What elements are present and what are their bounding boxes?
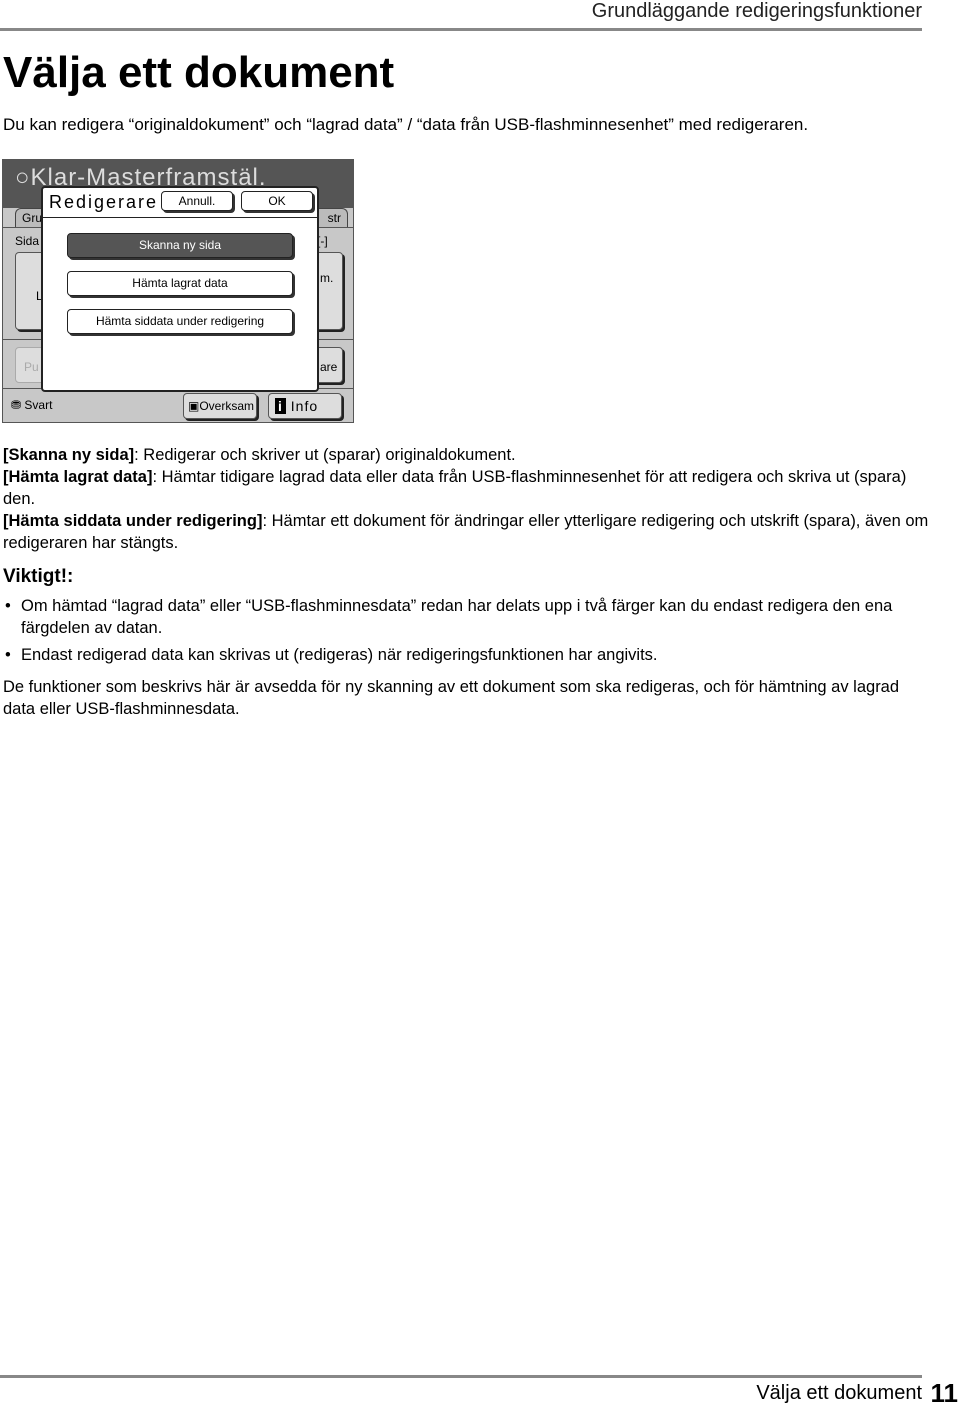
term: [Hämta lagrat data] [3,468,153,486]
idle-button[interactable]: ▣Overksam [183,393,257,419]
term: [Hämta siddata under redigering] [3,512,263,530]
punch-label: Pu [24,360,39,374]
info-label: Info [290,398,319,414]
document-page: Grundläggande redigeringsfunktioner Välj… [0,0,960,1407]
right-lower-label: are [320,360,338,374]
drum-icon: ⛃ [11,398,22,412]
description-scan: [Skanna ny sida]: Redigerar och skriver … [3,444,933,466]
header-rule [0,28,922,31]
idle-label: Overksam [199,399,255,413]
fetch-editing-page-button[interactable]: Hämta siddata under redigering [67,309,293,334]
bottom-bar: ⛃ Svart ▣Overksam i Info [3,388,353,422]
ink-color-label: Svart [24,398,53,412]
section-header: Grundläggande redigeringsfunktioner [591,0,922,22]
description-fetch-editing: [Hämta siddata under redigering]: Hämtar… [3,510,933,554]
screen-screenshot: ○Klar-Masterframstäl. Gru str Sida [-] L… [2,159,354,423]
dialog-title: Redigerare [49,192,159,212]
info-button[interactable]: i Info [268,393,342,419]
right-button-label: m. [320,271,334,285]
editor-dialog: Redigerare Annull. OK Skanna ny sida Häm… [41,186,319,392]
term: [Skanna ny sida] [3,446,135,464]
monitor-icon: ▣ [188,399,200,413]
intro-text: Du kan redigera “originaldokument” och “… [3,115,809,134]
fetch-stored-data-button[interactable]: Hämta lagrat data [67,271,293,296]
description-fetch-stored: [Hämta lagrat data]: Hämtar tidigare lag… [3,466,933,510]
ok-button[interactable]: OK [241,191,313,211]
info-icon: i [275,398,286,414]
important-heading: Viktigt!: [3,566,74,587]
footer-title: Välja ett dokument [756,1382,922,1404]
page-title: Välja ett dokument [3,48,395,97]
ink-color: ⛃ Svart [11,398,52,412]
dialog-divider [43,217,317,218]
scan-new-page-button[interactable]: Skanna ny sida [67,233,293,258]
important-bullet: Endast redigerad data kan skrivas ut (re… [3,644,933,666]
important-bullet: Om hämtad “lagrad data” eller “USB-flash… [3,595,933,639]
page-number: 11 [930,1378,959,1407]
page-label: Sida [15,234,40,248]
closing-text: De funktioner som beskrivs här är avsedd… [3,678,900,718]
definition: : Redigerar och skriver ut (sparar) orig… [134,446,516,464]
footer-rule [0,1375,922,1378]
cancel-button[interactable]: Annull. [161,191,233,211]
